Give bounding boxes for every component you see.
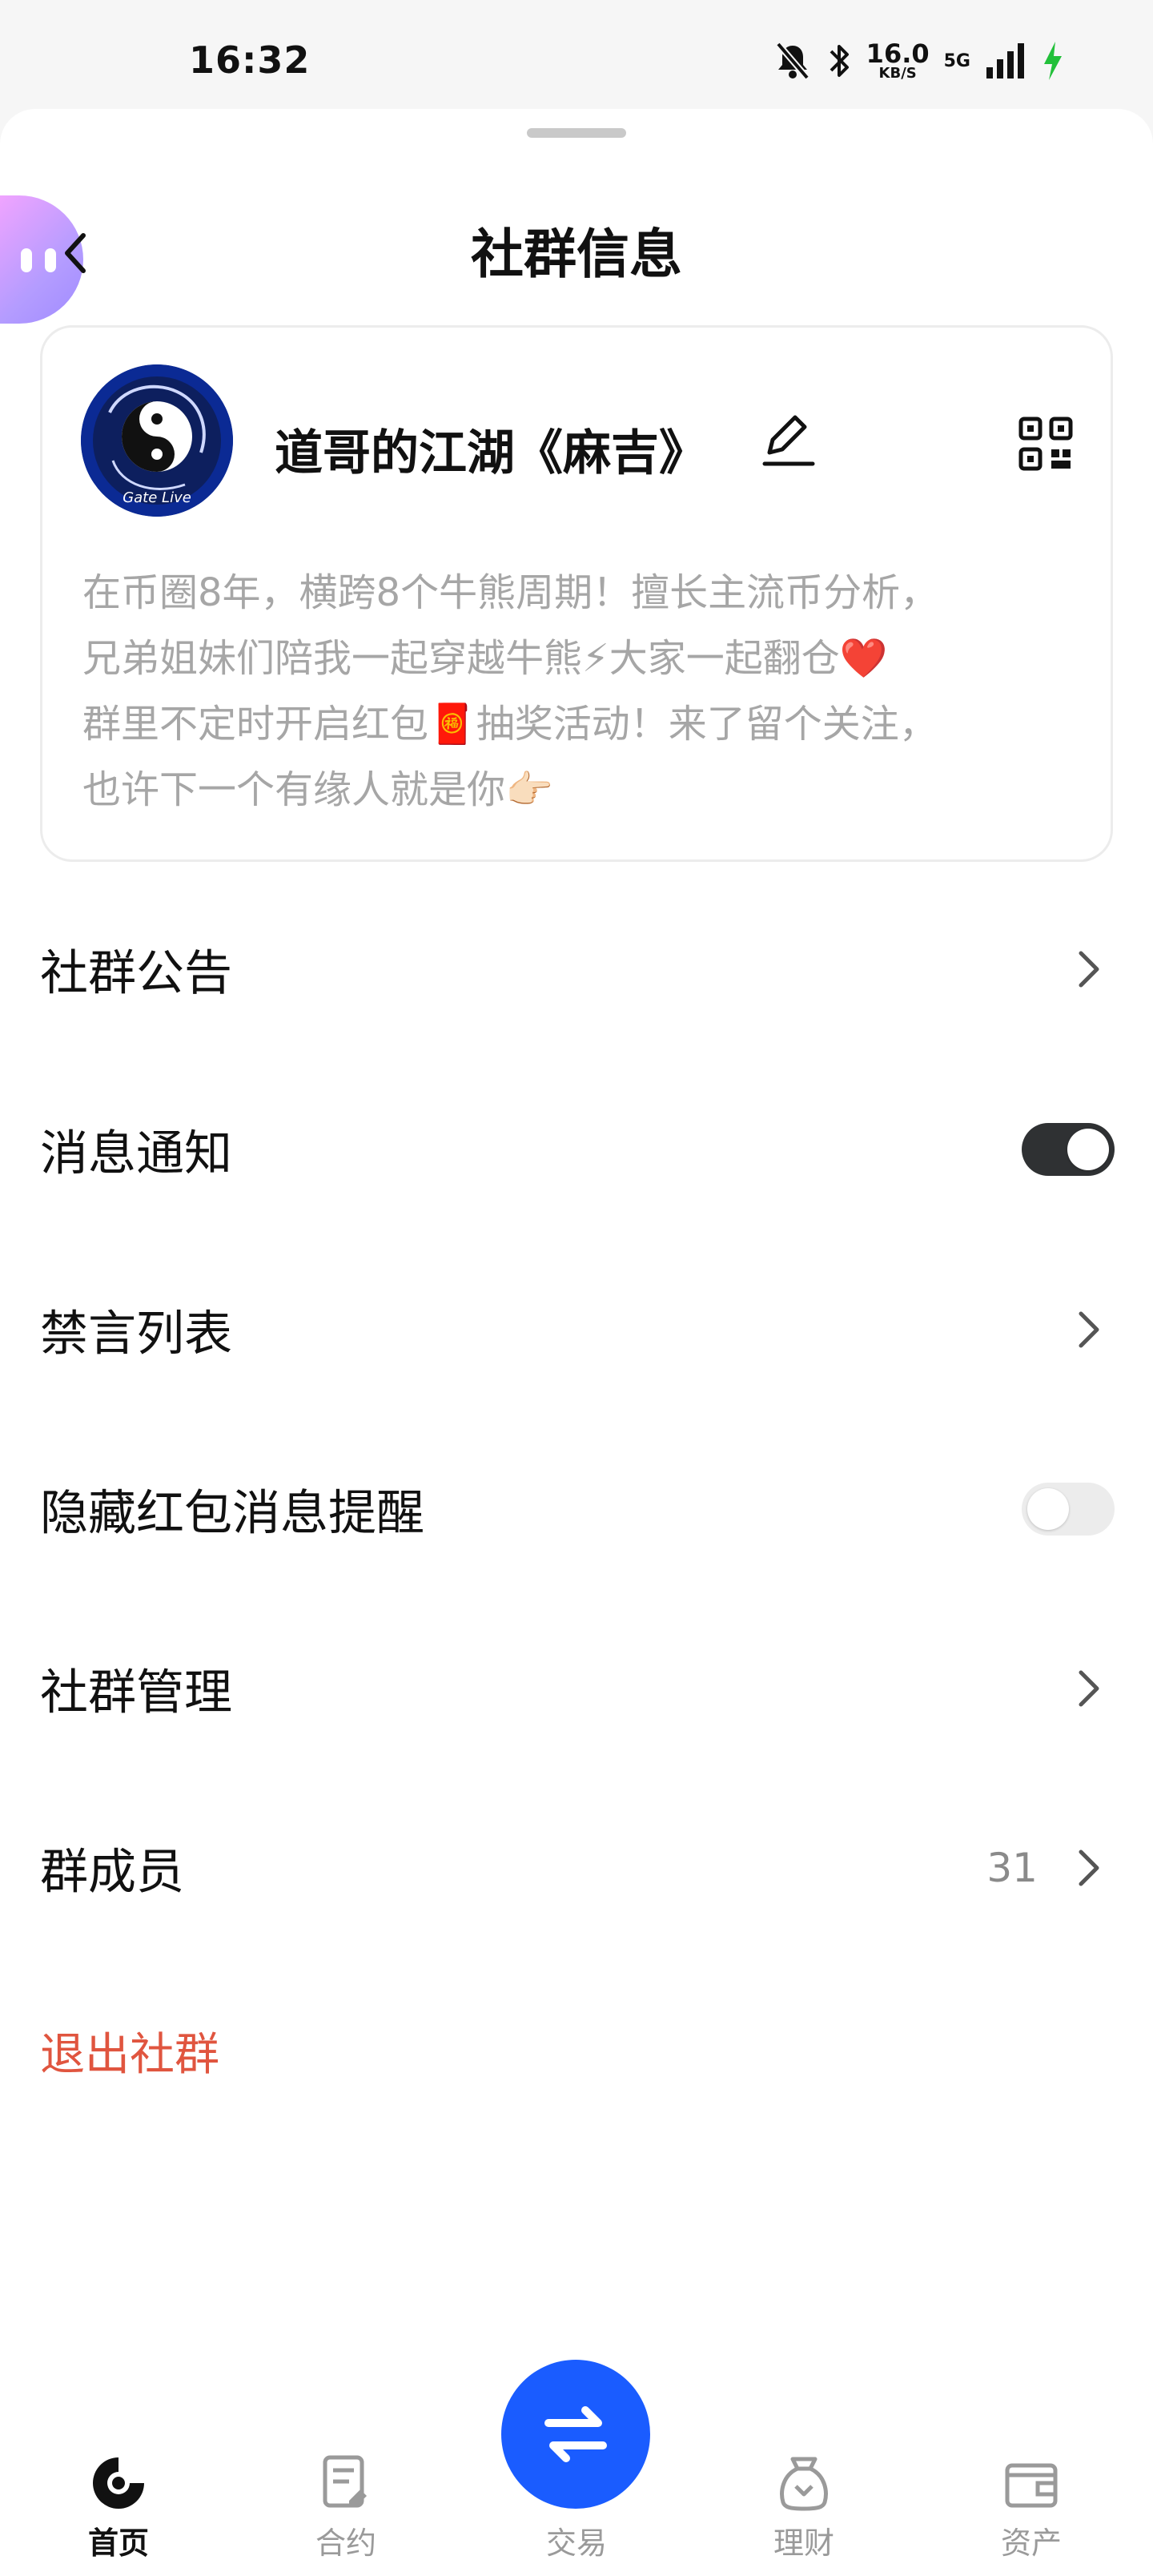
row-label: 社群管理 [40, 1664, 232, 1721]
row-notifications: 消息通知 [0, 1085, 1153, 1214]
description-line: 兄弟姐妹们陪我一起穿越牛熊⚡大家一起翻仓❤️ [82, 636, 888, 681]
row-label: 社群公告 [40, 945, 232, 1002]
row-label: 隐藏红包消息提醒 [40, 1485, 424, 1542]
network-type: 5G [943, 50, 970, 71]
members-count: 31 [986, 1845, 1038, 1891]
yin-yang-icon: Gate Live [81, 364, 233, 517]
row-label: 消息通知 [40, 1125, 232, 1182]
hide-redpacket-toggle[interactable] [1022, 1483, 1115, 1536]
home-icon [93, 2457, 144, 2509]
mute-icon [775, 42, 810, 80]
status-icons: 16.0 KB/S 5G [773, 37, 1065, 85]
description-line: 在币圈8年，横跨8个牛熊周期！擅长主流币分析， [82, 570, 939, 615]
group-avatar[interactable]: Gate Live [81, 364, 233, 517]
edit-pencil-icon[interactable] [755, 408, 819, 472]
group-card: Gate Live 道哥的江湖《麻吉》 在币圈8年，横跨8个牛熊周期！擅长主流币… [40, 325, 1113, 862]
bottom-nav: 首页 合约 交易 理财 资产 [0, 2360, 1153, 2576]
row-members[interactable]: 群成员 31 [0, 1804, 1153, 1932]
group-name: 道哥的江湖《麻吉》 [275, 425, 707, 481]
svg-text:Gate Live: Gate Live [123, 489, 191, 506]
nav-trade-label: 交易 [545, 2526, 607, 2561]
signal-icon [986, 43, 1024, 78]
row-hide-redpacket: 隐藏红包消息提醒 [0, 1445, 1153, 1573]
status-bar: 16:32 16.0 KB/S 5G [0, 0, 1153, 112]
row-announcement[interactable]: 社群公告 [0, 905, 1153, 1033]
nav-contract[interactable]: 合约 [266, 2451, 426, 2562]
row-mute-list[interactable]: 禁言列表 [0, 1266, 1153, 1394]
chevron-right-icon [1079, 1849, 1099, 1886]
nav-trade-button[interactable] [501, 2360, 650, 2509]
swap-icon [544, 2406, 607, 2462]
notifications-toggle[interactable] [1022, 1123, 1115, 1176]
toggle-knob [1067, 1129, 1109, 1170]
network-speed: 16.0 KB/S [866, 38, 930, 82]
group-description: 在币圈8年，横跨8个牛熊周期！擅长主流币分析， 兄弟姐妹们陪我一起穿越牛熊⚡大家… [82, 560, 1075, 823]
finance-icon [780, 2457, 828, 2511]
description-line: 群里不定时开启红包🧧抽奖活动！来了留个关注， [82, 702, 938, 747]
wallet-icon [1005, 2463, 1058, 2508]
chevron-right-icon [1079, 1311, 1099, 1348]
bluetooth-icon [830, 45, 849, 77]
nav-assets[interactable]: 资产 [951, 2451, 1111, 2562]
page-title: 社群信息 [471, 223, 682, 285]
status-time: 16:32 [189, 38, 311, 82]
exit-group-button[interactable]: 退出社群 [40, 2019, 219, 2083]
qr-code-icon[interactable] [1018, 416, 1074, 472]
sheet-grabber[interactable] [527, 128, 626, 138]
chevron-right-icon [1079, 951, 1099, 988]
charging-icon [1044, 42, 1062, 80]
contract-icon [323, 2455, 367, 2508]
nav-finance[interactable]: 理财 [724, 2451, 884, 2562]
chevron-right-icon [1079, 1670, 1099, 1707]
row-manage[interactable]: 社群管理 [0, 1624, 1153, 1753]
row-label: 禁言列表 [40, 1306, 232, 1362]
row-label: 群成员 [40, 1844, 184, 1901]
nav-home[interactable]: 首页 [38, 2451, 199, 2562]
toggle-knob [1027, 1488, 1069, 1530]
description-line: 也许下一个有缘人就是你👉🏻 [82, 767, 553, 812]
